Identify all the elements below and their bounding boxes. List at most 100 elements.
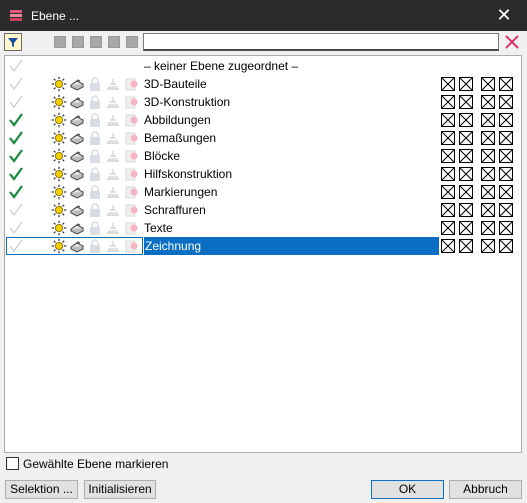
checkmark-off-icon[interactable] (8, 58, 24, 74)
snap-icon[interactable] (105, 202, 121, 218)
layer-row[interactable]: 3D-Bauteile (5, 75, 521, 93)
layer-option-box-4[interactable] (499, 221, 513, 235)
layer-option-box-1[interactable] (441, 95, 455, 109)
layer-option-box-4[interactable] (499, 149, 513, 163)
checkmark-on-icon[interactable] (8, 112, 24, 128)
layer-option-box-1[interactable] (441, 239, 455, 253)
snap-icon[interactable] (105, 112, 121, 128)
ok-button[interactable]: OK (371, 480, 444, 499)
lock-icon[interactable] (87, 130, 103, 146)
layer-option-box-1[interactable] (441, 131, 455, 145)
visible-sun-icon[interactable] (51, 148, 67, 164)
printer-icon[interactable] (69, 220, 85, 236)
snap-icon[interactable] (105, 130, 121, 146)
visible-sun-icon[interactable] (51, 220, 67, 236)
layer-option-box-3[interactable] (481, 77, 495, 91)
printer-icon[interactable] (69, 94, 85, 110)
highlight-icon[interactable] (123, 112, 139, 128)
printer-icon[interactable] (69, 130, 85, 146)
layer-row[interactable]: 3D-Konstruktion (5, 93, 521, 111)
layer-list[interactable]: – keiner Ebene zugeordnet – 3D-Bauteile 3D… (4, 55, 522, 453)
highlight-icon[interactable] (123, 238, 139, 254)
lock-icon[interactable] (87, 166, 103, 182)
clear-x-icon[interactable] (503, 33, 521, 51)
mark-selected-checkbox[interactable] (6, 457, 19, 470)
layer-option-box-4[interactable] (499, 95, 513, 109)
layer-row[interactable]: Bemaßungen (5, 129, 521, 147)
filter-icon[interactable] (4, 33, 22, 51)
printer-icon[interactable] (69, 202, 85, 218)
lock-icon[interactable] (87, 76, 103, 92)
layer-option-box-1[interactable] (441, 113, 455, 127)
layer-option-box-3[interactable] (481, 113, 495, 127)
snap-icon[interactable] (105, 184, 121, 200)
layer-option-box-2[interactable] (459, 131, 473, 145)
layer-option-box-4[interactable] (499, 185, 513, 199)
visible-sun-icon[interactable] (51, 238, 67, 254)
layer-option-box-2[interactable] (459, 167, 473, 181)
layer-option-box-2[interactable] (459, 149, 473, 163)
close-icon[interactable]: ✕ (481, 0, 527, 31)
visible-sun-icon[interactable] (51, 166, 67, 182)
visible-sun-icon[interactable] (51, 94, 67, 110)
layer-row[interactable]: Abbildungen (5, 111, 521, 129)
layer-option-box-3[interactable] (481, 131, 495, 145)
layer-option-box-2[interactable] (459, 185, 473, 199)
snap-icon[interactable] (105, 238, 121, 254)
checkmark-off-icon[interactable] (8, 94, 24, 110)
layer-option-box-2[interactable] (459, 113, 473, 127)
checkmark-off-icon[interactable] (8, 220, 24, 236)
toolbar-toggle-4[interactable] (108, 36, 120, 48)
checkmark-off-icon[interactable] (8, 238, 24, 254)
snap-icon[interactable] (105, 166, 121, 182)
layer-option-box-3[interactable] (481, 185, 495, 199)
layer-option-box-4[interactable] (499, 131, 513, 145)
layer-option-box-1[interactable] (441, 203, 455, 217)
filter-search-input[interactable] (143, 33, 499, 51)
toolbar-toggle-2[interactable] (72, 36, 84, 48)
cancel-button[interactable]: Abbruch (449, 480, 522, 499)
checkmark-on-icon[interactable] (8, 184, 24, 200)
layer-option-box-1[interactable] (441, 167, 455, 181)
layer-row[interactable]: Markierungen (5, 183, 521, 201)
highlight-icon[interactable] (123, 94, 139, 110)
layer-option-box-4[interactable] (499, 203, 513, 217)
highlight-icon[interactable] (123, 76, 139, 92)
printer-icon[interactable] (69, 148, 85, 164)
visible-sun-icon[interactable] (51, 130, 67, 146)
layer-option-box-1[interactable] (441, 185, 455, 199)
checkmark-on-icon[interactable] (8, 166, 24, 182)
layer-row[interactable]: Texte (5, 219, 521, 237)
toolbar-toggle-1[interactable] (54, 36, 66, 48)
layer-option-box-2[interactable] (459, 203, 473, 217)
layer-option-box-1[interactable] (441, 149, 455, 163)
checkmark-off-icon[interactable] (8, 202, 24, 218)
highlight-icon[interactable] (123, 130, 139, 146)
printer-icon[interactable] (69, 166, 85, 182)
toolbar-toggle-5[interactable] (126, 36, 138, 48)
checkmark-on-icon[interactable] (8, 130, 24, 146)
snap-icon[interactable] (105, 76, 121, 92)
checkmark-off-icon[interactable] (8, 76, 24, 92)
layer-option-box-1[interactable] (441, 221, 455, 235)
lock-icon[interactable] (87, 184, 103, 200)
highlight-icon[interactable] (123, 184, 139, 200)
lock-icon[interactable] (87, 220, 103, 236)
layer-option-box-4[interactable] (499, 77, 513, 91)
layer-option-box-1[interactable] (441, 77, 455, 91)
visible-sun-icon[interactable] (51, 112, 67, 128)
layer-option-box-3[interactable] (481, 203, 495, 217)
layer-option-box-2[interactable] (459, 239, 473, 253)
layer-row[interactable]: Hilfskonstruktion (5, 165, 521, 183)
checkmark-on-icon[interactable] (8, 148, 24, 164)
highlight-icon[interactable] (123, 202, 139, 218)
visible-sun-icon[interactable] (51, 202, 67, 218)
snap-icon[interactable] (105, 148, 121, 164)
printer-icon[interactable] (69, 184, 85, 200)
layer-option-box-2[interactable] (459, 95, 473, 109)
visible-sun-icon[interactable] (51, 184, 67, 200)
printer-icon[interactable] (69, 76, 85, 92)
layer-option-box-4[interactable] (499, 239, 513, 253)
snap-icon[interactable] (105, 220, 121, 236)
layer-option-box-3[interactable] (481, 221, 495, 235)
